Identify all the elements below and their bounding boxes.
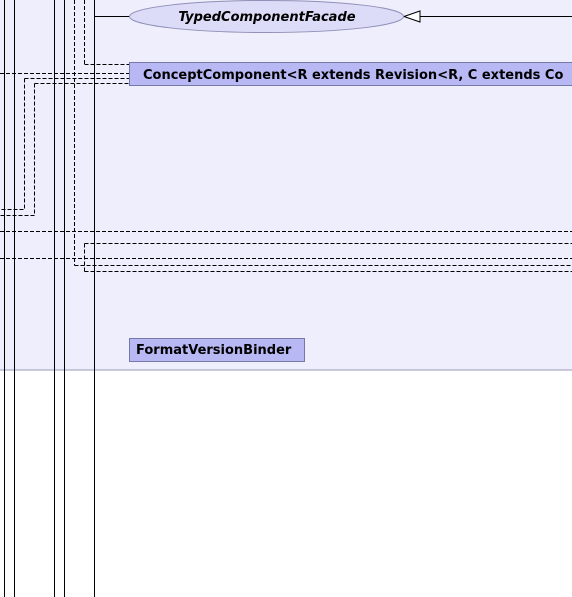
class-diagram: TypedComponentFacade ConceptComponent<R … xyxy=(0,0,572,597)
concept-component-label: ConceptComponent<R extends Revision<R, C… xyxy=(143,68,563,83)
typed-component-facade-label: TypedComponentFacade xyxy=(178,10,355,25)
concept-component-node[interactable]: ConceptComponent<R extends Revision<R, C… xyxy=(129,62,572,86)
format-version-binder-label: FormatVersionBinder xyxy=(136,343,292,358)
typed-component-facade-node[interactable]: TypedComponentFacade xyxy=(129,0,404,33)
format-version-binder-node[interactable]: FormatVersionBinder xyxy=(129,338,305,362)
diagram-canvas: TypedComponentFacade ConceptComponent<R … xyxy=(0,0,572,597)
package-region xyxy=(0,0,572,371)
